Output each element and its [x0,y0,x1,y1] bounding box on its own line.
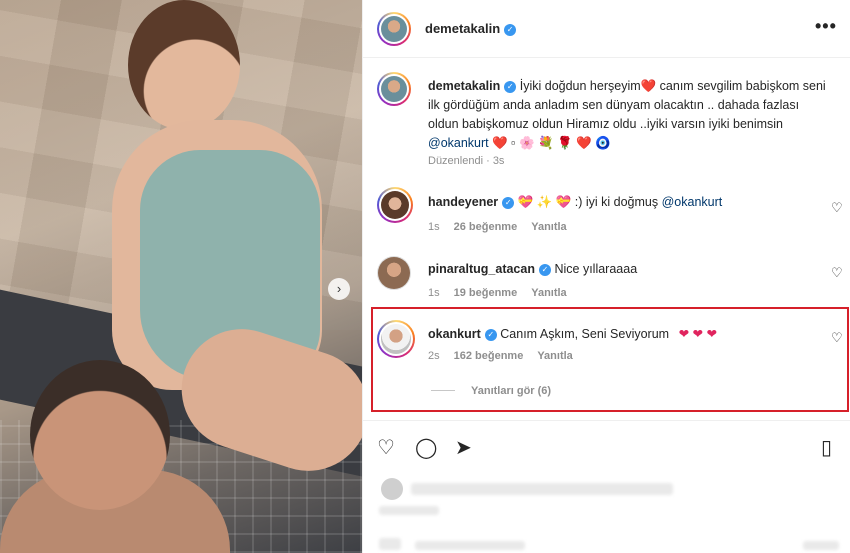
author-username[interactable]: demetakalin ✓ [425,21,517,36]
post-caption: demetakalin ✓ İyiki doğdun herşeyim❤️ can… [428,77,828,153]
verified-icon: ✓ [484,329,497,341]
verified-icon: ✓ [504,81,517,93]
comment-like-icon[interactable]: ♡ [831,330,843,346]
comment-mention[interactable]: @okankurt [662,195,723,209]
comment-time: 2s [428,350,440,362]
verified-icon: ✓ [504,24,517,36]
comment-avatar[interactable] [377,320,415,358]
more-options-icon[interactable]: ••• [815,16,837,37]
likes-summary-blurred [411,483,673,495]
post-date-blurred [379,506,439,515]
caption-avatar[interactable] [377,72,411,106]
reply-button[interactable]: Yanıtla [531,221,566,233]
reply-button[interactable]: Yanıtla [531,287,566,299]
heart-emojis: ❤ ❤ ❤ [678,327,717,341]
replies-divider [431,390,455,391]
caption-emojis: ❤️ ▫ 🌸 💐 🌹 ❤️ 🧿 [492,136,611,150]
comment-username[interactable]: handeyener [428,195,498,209]
comment-username[interactable]: pinaraltug_atacan [428,262,535,276]
verified-icon: ✓ [502,197,515,209]
comment-like-icon[interactable]: ♡ [831,265,843,281]
next-photo-icon[interactable]: › [328,278,350,300]
comment-meta: 2s 162 beğenme Yanıtla [428,350,573,362]
comment-username[interactable]: okankurt [428,327,481,341]
caption-meta: Düzenlendi · 3s [428,155,505,167]
comment-likes[interactable]: 162 beğenme [454,350,524,362]
comment-row: okankurt ✓ Canım Aşkım, Seni Seviyorum ❤ … [428,326,717,341]
man-figure-head [30,360,170,510]
comment-time: 1s [428,221,440,233]
comment-likes[interactable]: 19 beğenme [454,287,518,299]
post-button-blurred[interactable] [803,541,839,550]
comment-time: 1s [428,287,440,299]
comment-icon[interactable]: ◯ [415,435,437,460]
comment-likes[interactable]: 26 beğenme [454,221,518,233]
comment-body: 💝 ✨ 💝 :) iyi ki doğmuş [517,195,659,209]
emoji-icon[interactable] [379,538,401,550]
caption-mention[interactable]: @okankurt [428,136,489,150]
comment-row: pinaraltug_atacan ✓ Nice yıllaraaaa [428,262,637,276]
post-header: demetakalin ✓ ••• [363,0,850,58]
post-actions-bar: ♡ ◯ ➤ ▯ [363,420,850,468]
comment-meta: 1s 19 beğenme Yanıtla [428,287,567,299]
comment-meta: 1s 26 beğenme Yanıtla [428,221,567,233]
comment-avatar[interactable] [377,256,411,290]
liker-avatar [381,478,403,500]
woman-figure-head [128,0,240,130]
share-icon[interactable]: ➤ [455,435,472,460]
verified-icon: ✓ [538,264,551,276]
comment-row: handeyener ✓ 💝 ✨ 💝 :) iyi ki doğmuş @okan… [428,195,722,210]
comment-body: Canım Aşkım, Seni Seviyorum [500,327,670,341]
comment-like-icon[interactable]: ♡ [831,200,843,216]
caption-username[interactable]: demetakalin [428,79,500,93]
post-details-panel: demetakalin ✓ ••• demetakalin ✓ İyiki doğd… [362,0,850,553]
comment-avatar[interactable] [377,187,413,223]
post-photo[interactable]: › [0,0,362,553]
reply-button[interactable]: Yanıtla [537,350,572,362]
author-avatar[interactable] [377,12,411,46]
view-replies-button[interactable]: Yanıtları gör (6) [431,385,551,397]
comment-body: Nice yıllaraaaa [554,262,638,276]
bookmark-icon[interactable]: ▯ [821,435,832,460]
heart-icon[interactable]: ♡ [377,435,395,460]
comment-input-blurred[interactable] [415,541,525,550]
